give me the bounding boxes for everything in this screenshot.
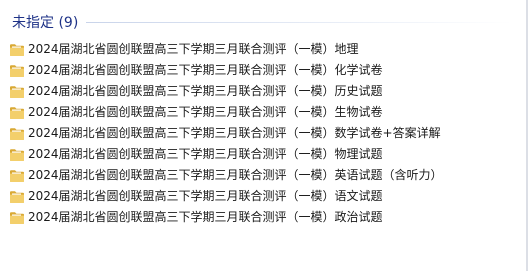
folder-item[interactable]: 2024届湖北省圆创联盟高三下学期三月联合测评（一模）英语试题（含听力） [0,164,520,185]
folder-icon [9,189,25,203]
folder-name: 2024届湖北省圆创联盟高三下学期三月联合测评（一模）地理 [28,42,359,56]
folder-item[interactable]: 2024届湖北省圆创联盟高三下学期三月联合测评（一模）政治试题 [0,206,520,227]
group-title: 未指定 (9) [12,15,79,31]
folder-name: 2024届湖北省圆创联盟高三下学期三月联合测评（一模）英语试题（含听力） [28,168,443,182]
folder-item[interactable]: 2024届湖北省圆创联盟高三下学期三月联合测评（一模）历史试题 [0,80,520,101]
folder-name: 2024届湖北省圆创联盟高三下学期三月联合测评（一模）化学试卷 [28,63,383,77]
folder-icon [9,168,25,182]
group-header[interactable]: 未指定 (9) [0,10,520,34]
file-list: 2024届湖北省圆创联盟高三下学期三月联合测评（一模）地理 2024届湖北省圆创联… [0,38,520,227]
folder-item[interactable]: 2024届湖北省圆创联盟高三下学期三月联合测评（一模）物理试题 [0,143,520,164]
folder-name: 2024届湖北省圆创联盟高三下学期三月联合测评（一模）政治试题 [28,210,383,224]
folder-item[interactable]: 2024届湖北省圆创联盟高三下学期三月联合测评（一模）地理 [0,38,520,59]
folder-icon [9,210,25,224]
folder-icon [9,84,25,98]
folder-item[interactable]: 2024届湖北省圆创联盟高三下学期三月联合测评（一模）数学试卷+答案详解 [0,122,520,143]
folder-item[interactable]: 2024届湖北省圆创联盟高三下学期三月联合测评（一模）化学试卷 [0,59,520,80]
folder-name: 2024届湖北省圆创联盟高三下学期三月联合测评（一模）语文试题 [28,189,383,203]
folder-name: 2024届湖北省圆创联盟高三下学期三月联合测评（一模）生物试卷 [28,105,383,119]
folder-item[interactable]: 2024届湖北省圆创联盟高三下学期三月联合测评（一模）语文试题 [0,185,520,206]
folder-icon [9,126,25,140]
folder-item[interactable]: 2024届湖北省圆创联盟高三下学期三月联合测评（一模）生物试卷 [0,101,520,122]
folder-name: 2024届湖北省圆创联盟高三下学期三月联合测评（一模）历史试题 [28,84,383,98]
folder-name: 2024届湖北省圆创联盟高三下学期三月联合测评（一模）物理试题 [28,147,383,161]
folder-icon [9,63,25,77]
explorer-file-pane: 未指定 (9) 2024届湖北省圆创联盟高三下学期三月联合测评（一模）地理 202… [0,0,528,271]
folder-name: 2024届湖北省圆创联盟高三下学期三月联合测评（一模）数学试卷+答案详解 [28,126,441,140]
folder-icon [9,42,25,56]
group-divider [86,21,512,23]
folder-icon [9,105,25,119]
folder-icon [9,147,25,161]
